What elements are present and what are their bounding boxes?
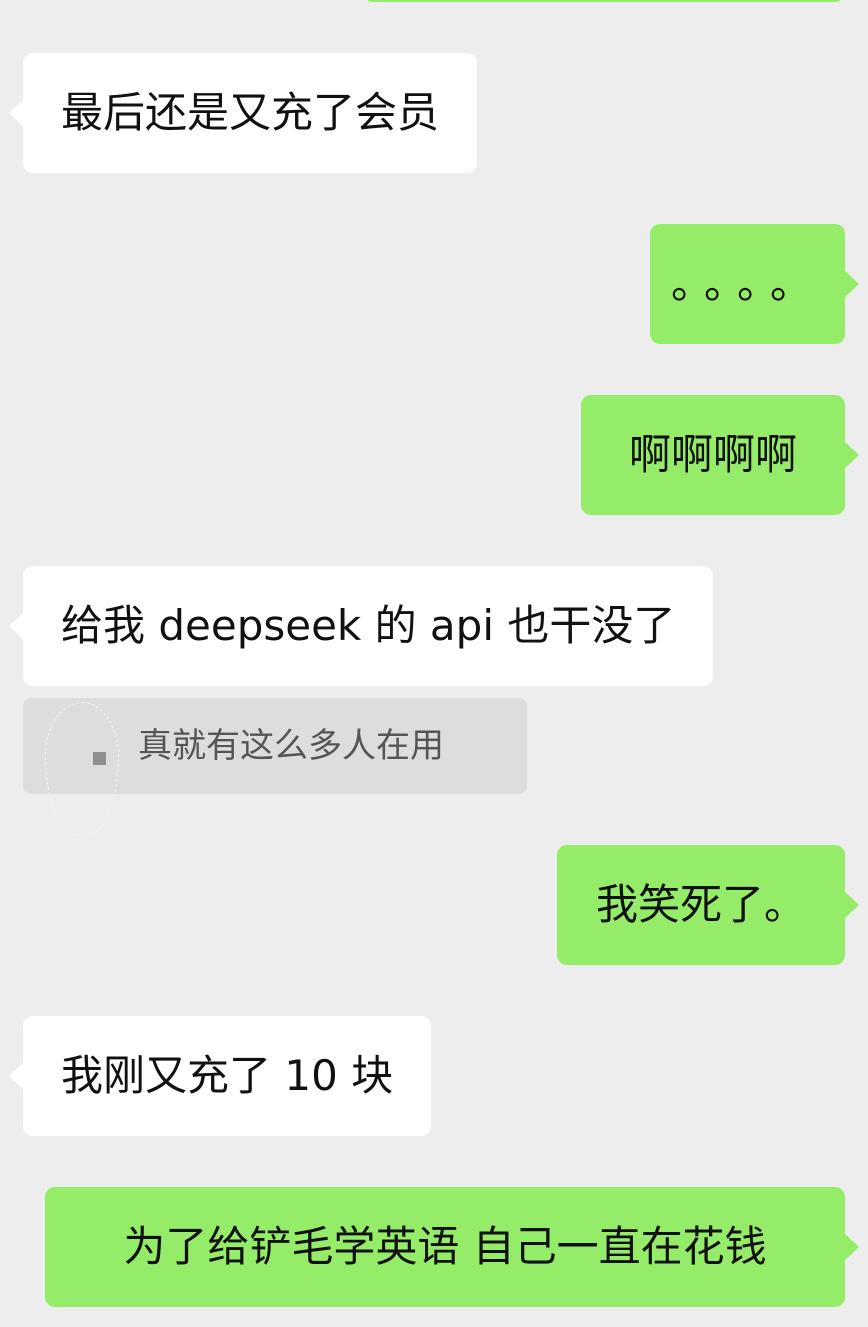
- quote-thumbnail-mark: [93, 752, 106, 765]
- message-text: 。。。。: [670, 259, 824, 308]
- quote-thumbnail: [45, 702, 119, 836]
- message-text: 给我 deepseek 的 api 也干没了: [61, 601, 676, 650]
- outgoing-message-bubble-partial[interactable]: [365, 0, 843, 2]
- outgoing-message-bubble[interactable]: 我笑死了。: [557, 845, 859, 965]
- outgoing-message-bubble[interactable]: 啊啊啊啊: [581, 395, 859, 515]
- incoming-message-bubble[interactable]: 给我 deepseek 的 api 也干没了: [8, 566, 714, 686]
- outgoing-message-bubble[interactable]: 。。。。: [650, 224, 859, 344]
- chat-message-list[interactable]: 最后还是又充了会员 。。。。 啊啊啊啊 给我 deepseek 的 api 也干…: [0, 0, 868, 1327]
- message-text: 啊啊啊啊: [628, 430, 797, 479]
- message-text: 为了给铲毛学英语 自己一直在花钱: [123, 1222, 767, 1271]
- message-text: 我笑死了。: [595, 880, 806, 929]
- outgoing-message-bubble[interactable]: 为了给铲毛学英语 自己一直在花钱: [45, 1187, 859, 1307]
- incoming-message-bubble[interactable]: 我刚又充了 10 块: [8, 1016, 432, 1136]
- message-text: 最后还是又充了会员: [61, 88, 440, 137]
- message-text: 我刚又充了 10 块: [61, 1051, 394, 1100]
- quoted-text: 真就有这么多人在用: [138, 726, 444, 766]
- incoming-message-bubble[interactable]: 最后还是又充了会员: [8, 53, 478, 173]
- quoted-reply[interactable]: 真就有这么多人在用: [23, 698, 527, 836]
